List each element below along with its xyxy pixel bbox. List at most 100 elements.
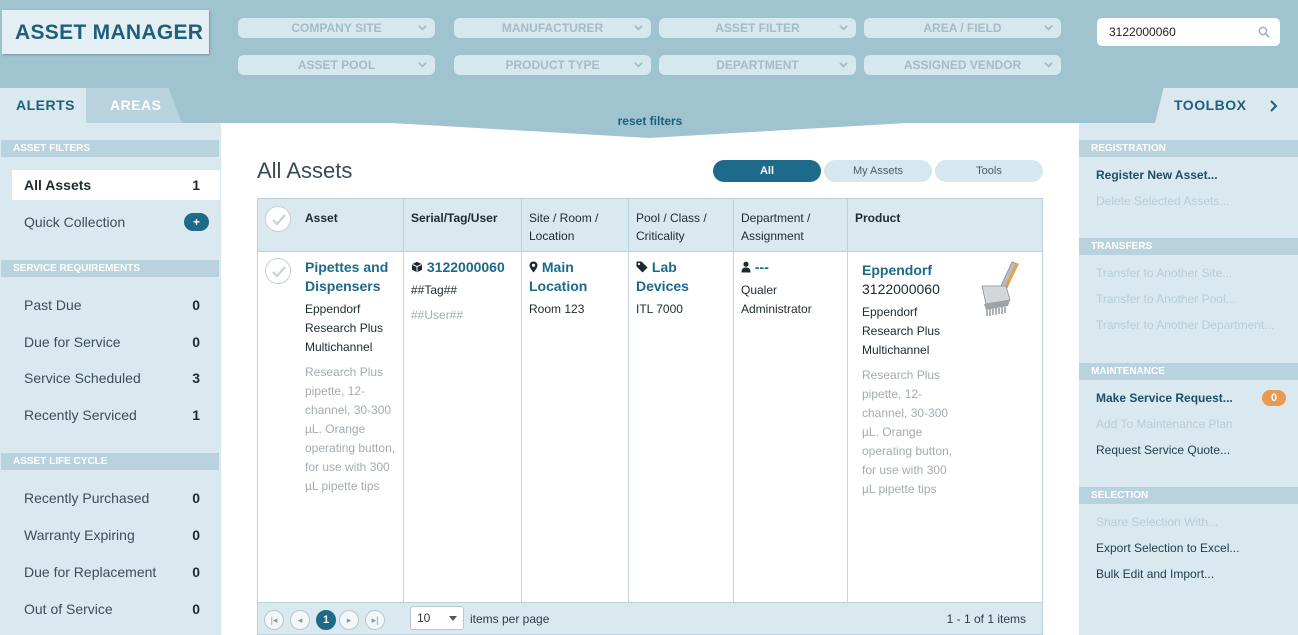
last-page-icon[interactable]: ▸| <box>365 610 385 630</box>
sidebar-item-count: 1 <box>192 177 200 193</box>
sidebar-item-service-scheduled[interactable]: Service Scheduled 3 <box>12 363 220 393</box>
filter-asset-pool[interactable]: ASSET POOL <box>238 55 435 75</box>
reset-filters-link[interactable]: reset filters <box>600 114 700 128</box>
chevron-down-icon <box>634 25 643 31</box>
column-header-product[interactable]: Product <box>848 199 1042 252</box>
page-button-current[interactable]: 1 <box>316 610 336 630</box>
sidebar-item-warranty-expiring[interactable]: Warranty Expiring 0 <box>12 520 220 550</box>
cell-pool: Lab Devices ITL 7000 <box>629 252 734 602</box>
filter-company-site[interactable]: COMPANY SITE <box>238 18 435 38</box>
asset-name-link[interactable]: Pipettes and Dispensers <box>305 258 396 296</box>
asset-life-cycle-header: ASSET LIFE CYCLE <box>1 453 219 470</box>
asset-description: Research Plus pipette, 12-channel, 30-30… <box>305 365 396 493</box>
grid-pager: |◂ ◂ 1 ▸ ▸| 10 items per page 1 - 1 of 1… <box>258 602 1042 634</box>
grid-header: Asset Serial/Tag/User Site / Room / Loca… <box>258 199 1042 252</box>
bulk-edit-import-link[interactable]: Bulk Edit and Import... <box>1096 567 1296 581</box>
filter-manufacturer[interactable]: MANUFACTURER <box>454 18 651 38</box>
product-serial: 3122000060 <box>862 281 940 297</box>
filter-label: ASSET FILTER <box>715 21 800 35</box>
check-icon <box>272 214 286 226</box>
tab-all[interactable]: All <box>713 160 821 182</box>
sidebar-item-due-for-replacement[interactable]: Due for Replacement 0 <box>12 557 220 587</box>
app-header: ASSET MANAGER COMPANY SITE MANUFACTURER … <box>0 0 1298 88</box>
filter-assigned-vendor[interactable]: ASSIGNED VENDOR <box>864 55 1061 75</box>
sidebar-item-quick-collection[interactable]: Quick Collection + <box>12 207 220 237</box>
column-header-department[interactable]: Department / Assignment <box>734 199 848 252</box>
chevron-down-icon <box>418 25 427 31</box>
chevron-down-icon <box>839 25 848 31</box>
tab-my-assets[interactable]: My Assets <box>824 160 932 182</box>
sidebar-item-count: 0 <box>192 564 200 580</box>
export-selection-link[interactable]: Export Selection to Excel... <box>1096 541 1296 555</box>
sidebar-item-label: Quick Collection <box>24 214 126 230</box>
add-maintenance-plan-link: Add To Maintenance Plan <box>1096 417 1233 431</box>
room-value: Room 123 <box>529 302 585 316</box>
first-page-icon[interactable]: |◂ <box>264 610 284 630</box>
chevron-right-icon <box>1270 100 1278 112</box>
register-new-asset-link[interactable]: Register New Asset... <box>1096 168 1296 182</box>
page-size-select[interactable]: 10 <box>410 606 464 630</box>
sidebar-item-label: Warranty Expiring <box>24 527 135 543</box>
department-link[interactable]: --- <box>741 258 840 277</box>
sidebar-item-recently-purchased[interactable]: Recently Purchased 0 <box>12 483 220 513</box>
site-link[interactable]: Main Location <box>529 258 621 296</box>
pool-link[interactable]: Lab Devices <box>636 258 726 296</box>
search-input[interactable]: 3122000060 <box>1097 18 1280 46</box>
sidebar-item-due-for-service[interactable]: Due for Service 0 <box>12 327 220 357</box>
filter-label: ASSET POOL <box>297 58 376 72</box>
transfers-header: TRANSFERS <box>1079 238 1298 255</box>
maintenance-header: MAINTENANCE <box>1079 363 1298 380</box>
column-header-serial[interactable]: Serial/Tag/User <box>403 199 522 252</box>
row-select-checkbox[interactable] <box>265 258 291 284</box>
request-service-quote-link[interactable]: Request Service Quote... <box>1096 443 1296 457</box>
app-logo[interactable]: ASSET MANAGER <box>2 10 209 54</box>
next-page-icon[interactable]: ▸ <box>339 610 359 630</box>
search-icon[interactable] <box>1258 26 1270 38</box>
main-content: All Assets All My Assets Tools Asset Ser… <box>221 123 1079 635</box>
class-value: ITL 7000 <box>636 302 683 316</box>
sidebar-item-out-of-service[interactable]: Out of Service 0 <box>12 594 220 624</box>
sidebar-item-count: 0 <box>192 297 200 313</box>
sidebar-item-all-assets[interactable]: All Assets 1 <box>12 170 220 200</box>
sidebar-item-count: 0 <box>192 527 200 543</box>
prev-page-icon[interactable]: ◂ <box>290 610 310 630</box>
product-description: Research Plus pipette, 12-channel, 30-30… <box>862 368 953 496</box>
caret-down-icon <box>449 616 457 621</box>
delete-selected-assets-link: Delete Selected Assets... <box>1096 194 1230 208</box>
chevron-down-icon <box>839 62 848 68</box>
transfer-site-link: Transfer to Another Site... <box>1096 266 1233 280</box>
service-request-count-badge: 0 <box>1262 390 1286 406</box>
cell-department: --- Qualer Administrator <box>734 252 848 602</box>
add-collection-button[interactable]: + <box>184 213 209 231</box>
cube-icon <box>412 261 422 273</box>
filter-department[interactable]: DEPARTMENT <box>659 55 856 75</box>
cell-serial: 3122000060 ##Tag## ##User## <box>403 252 522 602</box>
check-icon <box>272 266 286 278</box>
filter-area-field[interactable]: AREA / FIELD <box>864 18 1061 38</box>
sidebar-item-label: Recently Purchased <box>24 490 150 506</box>
column-header-pool[interactable]: Pool / Class / Criticality <box>629 199 734 252</box>
serial-link[interactable]: 3122000060 <box>411 258 514 277</box>
cell-product: Eppendorf 3122000060 Eppendorf Research … <box>848 252 1042 602</box>
toolbox-sidebar: REGISTRATION Register New Asset... Delet… <box>1079 123 1298 635</box>
service-requirements-header: SERVICE REQUIREMENTS <box>1 260 219 277</box>
filter-label: PRODUCT TYPE <box>505 58 600 72</box>
sidebar-item-past-due[interactable]: Past Due 0 <box>12 290 220 320</box>
filter-product-type[interactable]: PRODUCT TYPE <box>454 55 651 75</box>
sidebar-item-recently-serviced[interactable]: Recently Serviced 1 <box>12 400 220 430</box>
product-brand-link[interactable]: Eppendorf <box>862 261 958 280</box>
tab-tools[interactable]: Tools <box>935 160 1043 182</box>
chevron-down-icon <box>418 62 427 68</box>
select-all-checkbox[interactable] <box>265 206 291 232</box>
tab-toolbox[interactable]: TOOLBOX <box>1155 88 1298 123</box>
sidebar-item-label: Past Due <box>24 297 82 313</box>
filter-asset-filter[interactable]: ASSET FILTER <box>659 18 856 38</box>
registration-header: REGISTRATION <box>1079 140 1298 157</box>
tab-areas[interactable]: AREAS <box>86 88 182 123</box>
tab-alerts[interactable]: ALERTS <box>0 88 86 123</box>
app-title: ASSET MANAGER <box>15 21 204 44</box>
column-header-asset[interactable]: Asset <box>298 199 403 252</box>
sidebar-item-count: 0 <box>192 334 200 350</box>
sidebar-item-label: Service Scheduled <box>24 370 141 386</box>
column-header-site[interactable]: Site / Room / Location <box>522 199 629 252</box>
